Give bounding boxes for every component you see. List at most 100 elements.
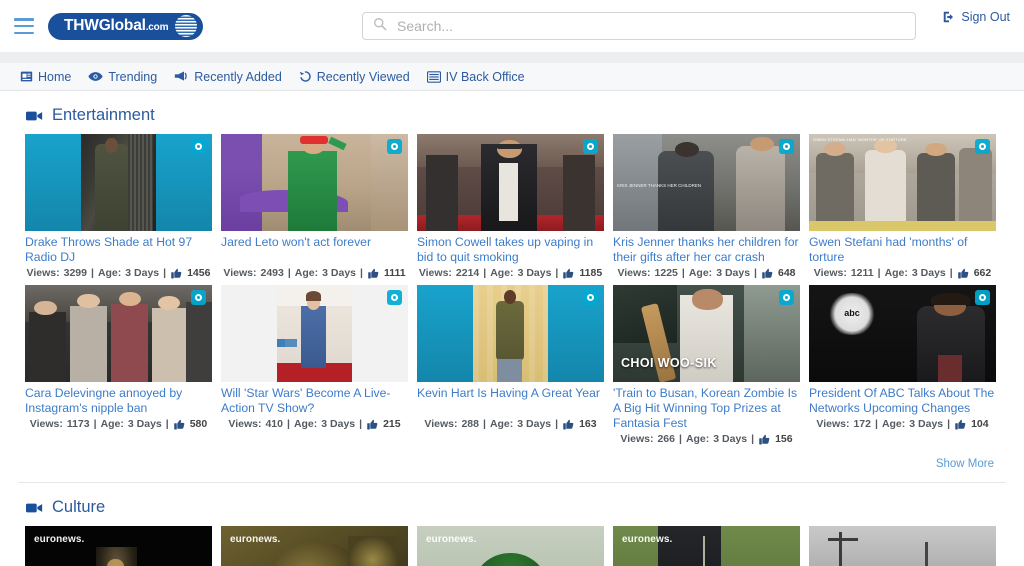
video-camera-icon <box>26 110 43 122</box>
video-card[interactable]: KRIS JENNER THANKS HER CHILDREN Kris Jen… <box>613 134 800 279</box>
header-divider-strip <box>0 52 1024 63</box>
video-thumbnail[interactable] <box>25 285 212 382</box>
video-title[interactable]: Cara Delevingne annoyed by Instagram's n… <box>25 386 212 416</box>
likes-count: 662 <box>973 267 992 279</box>
video-card[interactable]: euronews. <box>25 526 212 566</box>
nav-item-iv-back-office[interactable]: IV Back Office <box>426 69 525 84</box>
nav-item-home[interactable]: Home <box>20 70 71 84</box>
search-box[interactable] <box>362 12 916 40</box>
thumbs-up-icon[interactable] <box>563 419 574 430</box>
video-meta: Views: 1211 | Age: 3 Days | 662 <box>809 267 996 279</box>
video-title[interactable]: 'Train to Busan, Korean Zombie Is A Big … <box>613 386 800 431</box>
video-thumbnail[interactable]: euronews. <box>25 526 212 566</box>
meta-sep: | <box>877 267 881 279</box>
thumbs-up-icon[interactable] <box>563 268 574 279</box>
age-value: 3 Days <box>909 418 944 430</box>
video-title[interactable]: Gwen Stefani had 'months' of torture <box>809 235 996 265</box>
nav-item-trending[interactable]: Trending <box>88 70 157 84</box>
play-badge-icon <box>387 139 402 154</box>
video-thumbnail[interactable] <box>221 285 408 382</box>
video-meta: Views: 410 | Age: 3 Days | 215 <box>221 418 408 430</box>
video-card[interactable]: Will 'Star Wars' Become A Live-Action TV… <box>221 285 408 445</box>
nav-item-recently-viewed[interactable]: Recently Viewed <box>299 70 410 84</box>
thumbs-up-icon[interactable] <box>957 268 969 279</box>
video-card[interactable]: abc President Of ABC Talks About The Net… <box>809 285 996 445</box>
age-value: 3 Days <box>321 418 356 430</box>
views-value: 288 <box>461 418 479 430</box>
video-card[interactable]: GWEN STEFANI HAD 'MONTHS' OF TORTURE Gwe… <box>809 134 996 279</box>
video-thumbnail[interactable]: euronews. <box>417 526 604 566</box>
thumbs-up-icon[interactable] <box>759 434 770 445</box>
thumb-image <box>25 285 212 382</box>
video-card[interactable]: CHOI WOO-SIK 'Train to Busan, Korean Zom… <box>613 285 800 445</box>
video-title[interactable]: Jared Leto won't act forever <box>221 235 408 265</box>
video-thumbnail[interactable]: CHOI WOO-SIK <box>613 285 800 382</box>
age-value: 3 Days <box>517 267 552 279</box>
video-card[interactable] <box>809 526 996 566</box>
thumb-image: euronews. <box>417 526 604 566</box>
video-thumbnail[interactable] <box>809 526 996 566</box>
thumbs-up-icon[interactable] <box>762 268 773 279</box>
video-thumbnail[interactable] <box>417 134 604 231</box>
views-label: Views: <box>813 267 847 279</box>
play-badge-icon <box>975 139 990 154</box>
video-title[interactable]: Will 'Star Wars' Become A Live-Action TV… <box>221 386 408 416</box>
thumbs-up-icon[interactable] <box>955 419 966 430</box>
video-thumbnail[interactable]: GWEN STEFANI HAD 'MONTHS' OF TORTURE <box>809 134 996 231</box>
video-card[interactable]: Kevin Hart Is Having A Great Year Views:… <box>417 285 604 445</box>
views-label: Views: <box>617 267 651 279</box>
video-card[interactable]: euronews. <box>613 526 800 566</box>
video-title[interactable]: Drake Throws Shade at Hot 97 Radio DJ <box>25 235 212 265</box>
video-card[interactable]: euronews. <box>221 526 408 566</box>
thumbs-up-icon[interactable] <box>171 268 182 279</box>
nav-label: IV Back Office <box>445 69 525 84</box>
video-thumbnail[interactable] <box>221 134 408 231</box>
meta-sep: | <box>949 267 953 279</box>
video-title[interactable]: Simon Cowell takes up vaping in bid to q… <box>417 235 604 265</box>
sign-out-button[interactable]: Sign Out <box>942 10 1010 24</box>
video-thumbnail[interactable]: euronews. <box>613 526 800 566</box>
age-label: Age: <box>685 433 710 445</box>
video-title[interactable]: Kevin Hart Is Having A Great Year <box>417 386 604 416</box>
hamburger-bar <box>14 31 34 34</box>
nav-label: Home <box>38 69 72 84</box>
history-icon <box>299 70 312 83</box>
video-thumbnail[interactable]: euronews. <box>221 526 408 566</box>
video-card[interactable]: Drake Throws Shade at Hot 97 Radio DJ Vi… <box>25 134 212 279</box>
age-label: Age: <box>688 267 713 279</box>
meta-sep: | <box>751 433 755 445</box>
thumb-image <box>221 134 408 231</box>
video-title[interactable]: Kris Jenner thanks her children for thei… <box>613 235 800 265</box>
video-card[interactable]: Cara Delevingne annoyed by Instagram's n… <box>25 285 212 445</box>
meta-sep: | <box>555 418 559 430</box>
age-value: 3 Days <box>911 267 946 279</box>
video-thumbnail[interactable]: abc <box>809 285 996 382</box>
thumbs-up-icon[interactable] <box>173 419 185 430</box>
show-more-link[interactable]: Show More <box>936 458 994 470</box>
meta-sep: | <box>90 267 94 279</box>
video-card[interactable]: Simon Cowell takes up vaping in bid to q… <box>417 134 604 279</box>
card-row: Cara Delevingne annoyed by Instagram's n… <box>16 285 1008 445</box>
meta-sep: | <box>360 267 363 279</box>
thumb-image: euronews. <box>221 526 408 566</box>
video-thumbnail[interactable] <box>417 285 604 382</box>
thumbs-up-icon[interactable] <box>367 419 378 430</box>
watermark-label: euronews. <box>34 534 85 545</box>
play-badge-icon <box>779 139 794 154</box>
video-card[interactable]: euronews. <box>417 526 604 566</box>
site-logo[interactable]: THWGlobal.com <box>48 12 204 40</box>
meta-sep: | <box>93 418 97 430</box>
megaphone-icon <box>174 70 189 83</box>
search-input[interactable] <box>395 13 915 39</box>
views-value: 1225 <box>654 267 678 279</box>
section-title: Culture <box>52 498 106 516</box>
video-card[interactable]: Jared Leto won't act forever Views: 2493… <box>221 134 408 279</box>
nav-item-recently-added[interactable]: Recently Added <box>174 70 282 84</box>
thumbs-up-icon[interactable] <box>368 268 379 279</box>
video-thumbnail[interactable]: KRIS JENNER THANKS HER CHILDREN <box>613 134 800 231</box>
thumb-image <box>417 134 604 231</box>
card-row: euronews. euronews. euronews. euronews. <box>16 526 1008 566</box>
video-thumbnail[interactable] <box>25 134 212 231</box>
video-title[interactable]: President Of ABC Talks About The Network… <box>809 386 996 416</box>
hamburger-icon[interactable] <box>14 18 34 34</box>
